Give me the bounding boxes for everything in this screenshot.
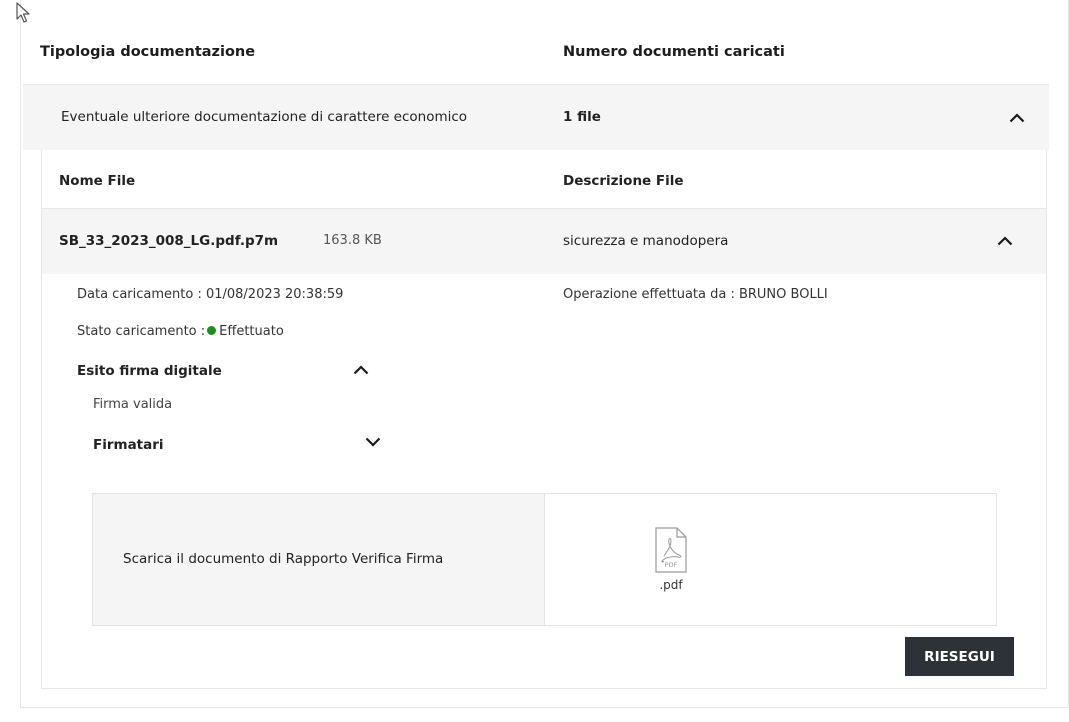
column-header-numero: Numero documenti caricati	[563, 44, 785, 60]
file-name: SB_33_2023_008_LG.pdf.p7m	[59, 233, 279, 249]
upload-status: Stato caricamento : Effettuato	[77, 324, 284, 339]
uploaded-by: Operazione effettuata da : BRUNO BOLLI	[563, 287, 828, 302]
accordion-documentazione-economica[interactable]: Eventuale ulteriore documentazione di ca…	[23, 84, 1049, 150]
chevron-up-icon[interactable]	[997, 236, 1013, 246]
signature-valid-text: Firma valida	[93, 397, 173, 412]
pdf-icon-text: PDF	[665, 561, 678, 569]
column-header-nome-file: Nome File	[59, 173, 136, 189]
download-report-link[interactable]: PDF .pdf	[651, 527, 691, 597]
chevron-down-icon[interactable]	[365, 437, 381, 447]
signers-title: Firmatari	[93, 437, 164, 453]
signature-report-box: Scarica il documento di Rapporto Verific…	[92, 493, 997, 626]
file-size: 163.8 KB	[323, 233, 382, 248]
column-header-descrizione-file: Descrizione File	[563, 173, 684, 189]
file-row[interactable]: SB_33_2023_008_LG.pdf.p7m 163.8 KB sicur…	[42, 208, 1046, 274]
signature-result-title: Esito firma digitale	[77, 363, 222, 379]
rerun-button[interactable]: RIESEGUI	[905, 637, 1014, 676]
accordion-label: Eventuale ulteriore documentazione di ca…	[61, 109, 468, 125]
chevron-up-icon[interactable]	[353, 365, 369, 375]
column-header-tipologia: Tipologia documentazione	[40, 44, 256, 60]
mouse-cursor-icon	[16, 2, 32, 24]
pdf-file-icon: PDF	[651, 527, 691, 577]
upload-status-value: Effettuato	[219, 324, 284, 339]
upload-status-label: Stato caricamento :	[77, 324, 206, 339]
file-description: sicurezza e manodopera	[563, 233, 729, 249]
accordion-file-count: 1 file	[563, 109, 601, 125]
signature-report-label-cell: Scarica il documento di Rapporto Verific…	[93, 494, 545, 625]
signature-report-label: Scarica il documento di Rapporto Verific…	[123, 551, 444, 567]
chevron-up-icon[interactable]	[1009, 113, 1025, 123]
pdf-extension-label: .pdf	[659, 578, 683, 592]
status-dot-icon	[207, 326, 217, 335]
upload-date: Data caricamento : 01/08/2023 20:38:59	[77, 287, 344, 302]
